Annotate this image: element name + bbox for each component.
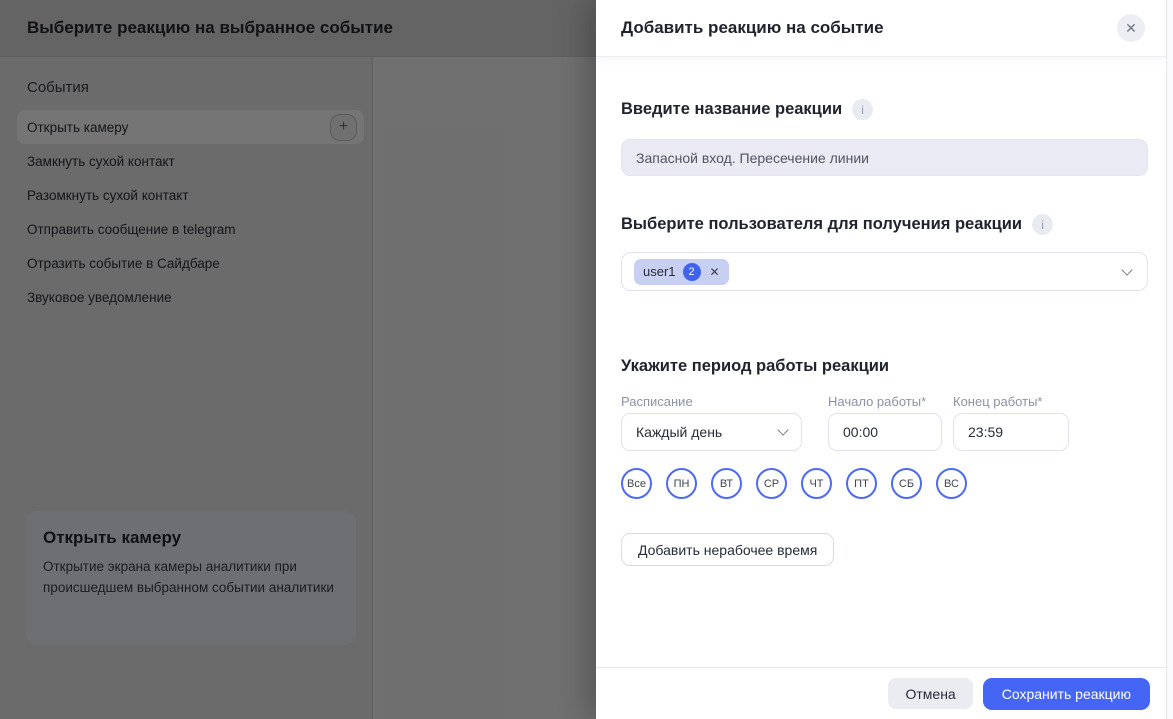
modal-footer: Отмена Сохранить реакцию — [596, 667, 1173, 719]
end-time-input[interactable] — [953, 413, 1069, 451]
close-button[interactable]: ✕ — [1117, 14, 1145, 42]
user-select[interactable]: user1 2 ✕ — [621, 252, 1148, 291]
required-mark: * — [1037, 394, 1042, 409]
reaction-name-input[interactable] — [621, 139, 1148, 176]
schedule-label: Расписание — [621, 394, 802, 409]
user-select-label-text: Выберите пользователя для получения реак… — [621, 215, 1022, 234]
day-chip-thu[interactable]: ЧТ — [801, 468, 832, 499]
add-downtime-button[interactable]: Добавить нерабочее время — [621, 533, 834, 566]
close-icon: ✕ — [1125, 20, 1137, 37]
schedule-select-value: Каждый день — [636, 424, 722, 440]
day-chip-wed[interactable]: СР — [756, 468, 787, 499]
day-chip-sat[interactable]: СБ — [891, 468, 922, 499]
start-time-label: Начало работы* — [828, 394, 942, 409]
day-chip-sun[interactable]: ВС — [936, 468, 967, 499]
user-count-badge: 2 — [683, 263, 701, 281]
modal-title: Добавить реакцию на событие — [621, 18, 884, 38]
reaction-name-label: Введите название реакции i — [621, 99, 1148, 120]
period-controls: Каждый день — [621, 413, 1148, 451]
info-icon[interactable]: i — [852, 99, 873, 120]
period-field-labels: Расписание Начало работы* Конец работы* — [621, 394, 1148, 409]
user-chip-name: user1 — [643, 264, 676, 279]
weekday-selector: Все ПН ВТ СР ЧТ ПТ СБ ВС — [621, 468, 1148, 499]
add-reaction-modal: Добавить реакцию на событие ✕ Введите на… — [596, 0, 1173, 719]
remove-user-icon[interactable]: ✕ — [710, 265, 720, 279]
app-root: Выберите реакцию на выбранное событие Со… — [0, 0, 1173, 719]
end-time-label: Конец работы* — [953, 394, 1069, 409]
reaction-name-label-text: Введите название реакции — [621, 100, 842, 119]
save-reaction-button[interactable]: Сохранить реакцию — [983, 678, 1150, 710]
start-time-input[interactable] — [828, 413, 942, 451]
chevron-down-icon — [777, 424, 788, 435]
day-chip-mon[interactable]: ПН — [666, 468, 697, 499]
scrollbar-gutter[interactable] — [1166, 0, 1173, 719]
chevron-down-icon — [1121, 264, 1132, 275]
day-chip-fri[interactable]: ПТ — [846, 468, 877, 499]
day-chip-tue[interactable]: ВТ — [711, 468, 742, 499]
user-chip: user1 2 ✕ — [634, 259, 729, 285]
required-mark: * — [921, 394, 926, 409]
day-chip-all[interactable]: Все — [621, 468, 652, 499]
modal-header: Добавить реакцию на событие ✕ — [596, 0, 1173, 57]
schedule-select[interactable]: Каждый день — [621, 413, 802, 451]
user-select-label: Выберите пользователя для получения реак… — [621, 214, 1148, 235]
modal-body: Введите название реакции i Выберите поль… — [596, 99, 1173, 566]
period-section-title: Укажите период работы реакции — [621, 357, 1148, 376]
info-icon[interactable]: i — [1032, 214, 1053, 235]
cancel-button[interactable]: Отмена — [888, 678, 972, 709]
